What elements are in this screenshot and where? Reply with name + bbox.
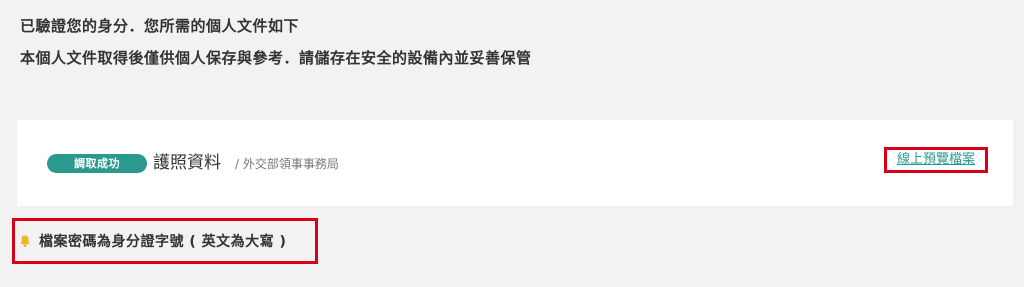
document-card: 調取成功 護照資料 / 外交部領事事務局 線上預覽檔案 [17, 120, 1013, 206]
preview-file-link[interactable]: 線上預覽檔案 [884, 147, 988, 173]
password-notice-text: 檔案密碼為身分證字號 ( 英文為大寫 ) [39, 234, 287, 250]
intro-text: 已驗證您的身分．您所需的個人文件如下 本個人文件取得後僅供個人保存與參考．請儲存… [20, 16, 532, 68]
bell-icon [20, 235, 30, 248]
document-source: / 外交部領事事務局 [235, 157, 339, 171]
password-notice: 檔案密碼為身分證字號 ( 英文為大寫 ) [12, 218, 318, 264]
intro-line-storage-advice: 本個人文件取得後僅供個人保存與參考．請儲存在安全的設備內並妥善保管 [20, 49, 532, 67]
document-title: 護照資料 [153, 153, 221, 173]
status-badge: 調取成功 [47, 154, 147, 173]
intro-line-verified: 已驗證您的身分．您所需的個人文件如下 [20, 17, 300, 35]
